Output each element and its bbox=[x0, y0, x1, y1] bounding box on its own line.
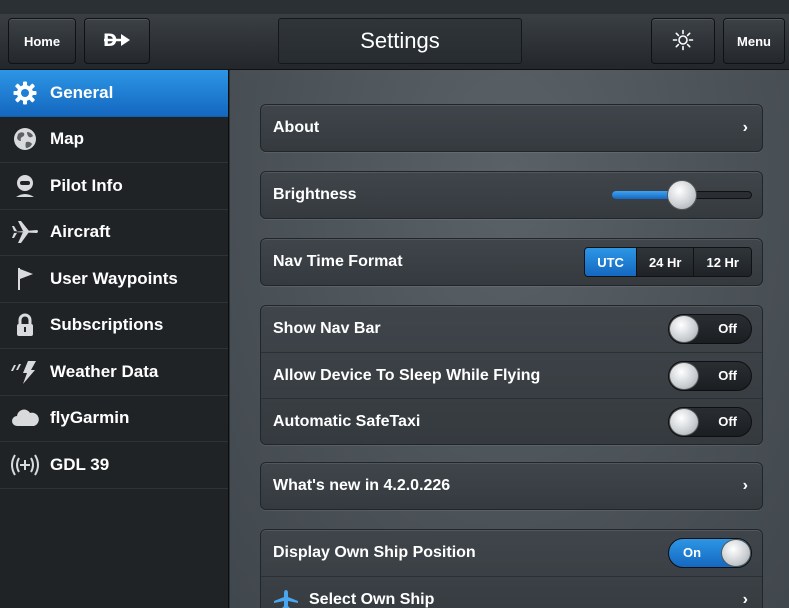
sidebar-item-user-waypoints[interactable]: User Waypoints bbox=[0, 256, 228, 303]
auto-safetaxi-row: Automatic SafeTaxi Off bbox=[261, 398, 762, 444]
allow-sleep-label: Allow Device To Sleep While Flying bbox=[273, 366, 541, 384]
brightness-group: Brightness bbox=[260, 171, 763, 219]
display-own-ship-label: Display Own Ship Position bbox=[273, 544, 476, 561]
display-options-group: Show Nav Bar Off Allow Device To Sleep W… bbox=[260, 305, 763, 445]
menu-button[interactable]: Menu bbox=[723, 18, 785, 64]
sidebar-item-label: Subscriptions bbox=[50, 315, 164, 335]
sidebar-item-label: Weather Data bbox=[50, 361, 159, 381]
toggle-state: Off bbox=[718, 321, 737, 336]
sidebar-item-general[interactable]: General bbox=[0, 70, 228, 117]
brightness-row: Brightness bbox=[261, 172, 762, 218]
sidebar-item-label: User Waypoints bbox=[50, 268, 178, 288]
toggle-state: Off bbox=[718, 367, 737, 383]
own-ship-group: Display Own Ship Position On Select Own … bbox=[260, 529, 763, 608]
about-label: About bbox=[273, 119, 320, 136]
about-group: About › bbox=[260, 104, 763, 152]
display-own-ship-row: Display Own Ship Position On bbox=[261, 530, 762, 576]
home-button-label: Home bbox=[23, 33, 61, 49]
settings-content: About › Brightness Nav Time Format UTC 2… bbox=[230, 70, 789, 608]
nav-time-format-label: Nav Time Format bbox=[273, 253, 403, 270]
brightness-label: Brightness bbox=[273, 186, 357, 203]
chevron-right-icon: › bbox=[742, 477, 748, 494]
menu-button-label: Menu bbox=[737, 33, 771, 49]
page-title-text: Settings bbox=[360, 28, 440, 53]
sidebar-item-label: General bbox=[50, 82, 114, 102]
sidebar-item-label: Pilot Info bbox=[50, 175, 123, 195]
wireless-icon bbox=[0, 442, 50, 488]
brightness-icon bbox=[672, 29, 694, 54]
direct-to-icon: D bbox=[102, 29, 132, 54]
pilot-icon bbox=[0, 163, 50, 209]
chevron-right-icon: › bbox=[742, 590, 748, 608]
allow-sleep-toggle[interactable]: Off bbox=[668, 360, 752, 391]
slider-knob[interactable] bbox=[667, 180, 697, 210]
airplane-icon bbox=[0, 210, 50, 256]
show-nav-bar-label: Show Nav Bar bbox=[273, 320, 381, 337]
page-title: Settings bbox=[278, 18, 522, 64]
sidebar-item-flygarmin[interactable]: flyGarmin bbox=[0, 396, 228, 442]
whats-new-label: What's new in 4.2.0.226 bbox=[273, 477, 451, 494]
whats-new-group: What's new in 4.2.0.226 › bbox=[260, 462, 763, 510]
brightness-slider[interactable] bbox=[612, 180, 752, 210]
show-nav-bar-toggle[interactable]: Off bbox=[668, 314, 752, 344]
nav-time-format-row: Nav Time Format UTC 24 Hr 12 Hr bbox=[261, 239, 762, 285]
gear-icon bbox=[0, 70, 50, 116]
nav-time-format-group: Nav Time Format UTC 24 Hr 12 Hr bbox=[260, 238, 763, 286]
brightness-button[interactable] bbox=[651, 18, 715, 64]
sidebar-item-label: Aircraft bbox=[50, 222, 111, 242]
direct-to-button[interactable]: D bbox=[84, 18, 150, 64]
home-button[interactable]: Home bbox=[8, 18, 76, 64]
sidebar: General Map Pilot Info Aircraft User Way… bbox=[0, 70, 229, 608]
nav-time-format-segmented-control: UTC 24 Hr 12 Hr bbox=[584, 247, 752, 277]
lightning-icon bbox=[0, 349, 50, 395]
toggle-knob bbox=[669, 407, 699, 436]
auto-safetaxi-toggle[interactable]: Off bbox=[668, 406, 752, 437]
segment-24hr[interactable]: 24 Hr bbox=[635, 248, 694, 276]
allow-sleep-row: Allow Device To Sleep While Flying Off bbox=[261, 352, 762, 398]
sidebar-item-label: GDL 39 bbox=[50, 454, 110, 474]
segment-12hr[interactable]: 12 Hr bbox=[693, 248, 751, 276]
airplane-icon bbox=[273, 589, 299, 608]
top-bar: Home D Settings bbox=[0, 14, 789, 70]
sidebar-item-weather-data[interactable]: Weather Data bbox=[0, 349, 228, 396]
cloud-icon bbox=[0, 396, 50, 442]
toggle-knob bbox=[669, 315, 699, 343]
sidebar-item-subscriptions[interactable]: Subscriptions bbox=[0, 303, 228, 349]
toggle-knob bbox=[721, 539, 751, 567]
show-nav-bar-row: Show Nav Bar Off bbox=[261, 306, 762, 352]
auto-safetaxi-label: Automatic SafeTaxi bbox=[273, 412, 421, 430]
chevron-right-icon: › bbox=[742, 119, 748, 136]
sidebar-item-label: Map bbox=[50, 129, 84, 149]
sidebar-item-aircraft[interactable]: Aircraft bbox=[0, 210, 228, 256]
globe-icon bbox=[0, 117, 50, 163]
segment-utc[interactable]: UTC bbox=[585, 248, 636, 276]
select-own-ship-row[interactable]: Select Own Ship › bbox=[261, 576, 762, 608]
sidebar-item-pilot-info[interactable]: Pilot Info bbox=[0, 163, 228, 210]
toggle-state: On bbox=[683, 545, 702, 560]
select-own-ship-label: Select Own Ship bbox=[309, 590, 435, 608]
sidebar-item-gdl-39[interactable]: GDL 39 bbox=[0, 442, 228, 489]
lock-icon bbox=[0, 303, 50, 349]
toggle-knob bbox=[669, 361, 699, 390]
display-own-ship-toggle[interactable]: On bbox=[668, 538, 752, 568]
toggle-state: Off bbox=[718, 413, 737, 429]
sidebar-item-label: flyGarmin bbox=[50, 408, 130, 428]
about-row[interactable]: About › bbox=[261, 105, 762, 151]
flag-icon bbox=[0, 256, 50, 302]
whats-new-row[interactable]: What's new in 4.2.0.226 › bbox=[261, 463, 762, 509]
sidebar-item-map[interactable]: Map bbox=[0, 117, 228, 163]
